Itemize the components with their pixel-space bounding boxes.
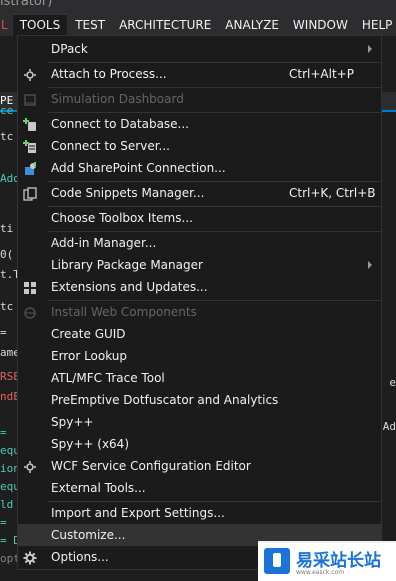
menu-item-label: Add SharePoint Connection... [51,161,226,175]
code-fragment-right: Ad [382,420,396,433]
window-title: istrator) [0,0,53,9]
menu-item-preemptive-dotfuscator[interactable]: PreEmptive Dotfuscator and Analytics [18,389,381,411]
code-fragment: tc [0,300,14,313]
watermark-logo-icon [264,548,290,574]
code-fragment: = [0,326,7,339]
menu-item-attach-to-process[interactable]: Attach to Process... Ctrl+Alt+P [18,63,381,85]
menubar-item-test[interactable]: TEST [68,14,112,36]
gear-icon [23,550,37,565]
menubar-item-architecture[interactable]: ARCHITECTURE [112,14,218,36]
menu-item-simulation-dashboard: Simulation Dashboard [18,88,381,110]
database-connect-icon [23,117,37,131]
web-components-icon [23,305,37,319]
menu-item-install-web-components: Install Web Components [18,301,381,323]
code-fragment: 0( [0,248,14,261]
attach-process-icon [23,67,37,81]
menu-item-dpack[interactable]: DPack [18,38,381,60]
menu-item-label: DPack [51,42,88,56]
menu-item-add-in-manager[interactable]: Add-in Manager... [18,232,381,254]
menu-bar: L TOOLS TEST ARCHITECTURE ANALYZE WINDOW… [0,14,396,36]
menu-item-label: Connect to Database... [51,117,189,131]
menu-item-label: Library Package Manager [51,258,203,272]
extensions-icon [23,280,37,294]
watermark-subtitle: www.easck.com [296,569,345,576]
menu-item-label: Simulation Dashboard [51,92,184,106]
sharepoint-icon [23,161,37,175]
menu-item-connect-server[interactable]: Connect to Server... [18,135,381,157]
menubar-item-partial[interactable]: L [0,14,12,36]
menu-item-label: WCF Service Configuration Editor [51,459,251,473]
menu-item-label: Install Web Components [51,305,197,319]
menu-item-code-snippets-manager[interactable]: Code Snippets Manager... Ctrl+K, Ctrl+B [18,182,381,204]
menu-item-label: Options... [51,550,109,564]
menu-item-import-export-settings[interactable]: Import and Export Settings... [18,502,381,524]
menu-item-error-lookup[interactable]: Error Lookup [18,345,381,367]
menu-item-label: Spy++ (x64) [51,437,129,451]
menu-item-shortcut: Ctrl+Alt+P [289,67,354,81]
tools-menu: DPack Attach to Process... Ctrl+Alt+P Si… [17,35,382,570]
code-fragment: = [0,516,7,529]
menu-item-label: PreEmptive Dotfuscator and Analytics [51,393,279,407]
menu-item-label: Create GUID [51,327,126,341]
submenu-arrow-icon [368,45,372,53]
menu-item-label: Attach to Process... [51,67,167,81]
code-fragment: ld [0,498,14,511]
menu-item-label: Connect to Server... [51,139,170,153]
menu-item-choose-toolbox-items[interactable]: Choose Toolbox Items... [18,207,381,229]
menubar-item-help[interactable]: HELP [355,14,396,36]
menubar-item-window[interactable]: WINDOW [286,14,355,36]
menu-item-library-package-manager[interactable]: Library Package Manager [18,254,381,276]
menu-item-shortcut: Ctrl+K, Ctrl+B [289,186,376,200]
dashboard-icon [23,92,37,106]
server-connect-icon [23,139,37,153]
watermark-title: 易采站长站 [296,551,381,571]
menu-item-label: Error Lookup [51,349,128,363]
menu-item-connect-database[interactable]: Connect to Database... [18,113,381,135]
snippets-icon [23,186,37,201]
menu-item-atl-mfc-trace-tool[interactable]: ATL/MFC Trace Tool [18,367,381,389]
code-fragment: tc [0,130,14,143]
menu-item-label: Add-in Manager... [51,236,157,250]
menu-item-spy-plus-plus-x64[interactable]: Spy++ (x64) [18,433,381,455]
code-fragment-right: e [389,376,396,389]
menu-item-label: ATL/MFC Trace Tool [51,371,165,385]
menu-item-spy-plus-plus[interactable]: Spy++ [18,411,381,433]
menu-item-label: Import and Export Settings... [51,506,225,520]
menu-item-label: Choose Toolbox Items... [51,211,193,225]
menu-item-label: Extensions and Updates... [51,280,208,294]
code-fragment: = [0,426,7,439]
menu-item-wcf-config-editor[interactable]: WCF Service Configuration Editor [18,455,381,477]
menu-item-label: Customize... [51,528,126,542]
menu-item-external-tools[interactable]: External Tools... [18,477,381,499]
menu-item-label: Spy++ [51,415,94,429]
submenu-arrow-icon [368,261,372,269]
window-title-bar: istrator) [0,0,396,14]
wcf-editor-icon [23,459,37,473]
menu-item-add-sharepoint[interactable]: Add SharePoint Connection... [18,157,381,179]
code-fragment: ti [0,222,14,235]
menu-item-create-guid[interactable]: Create GUID [18,323,381,345]
menubar-item-analyze[interactable]: ANALYZE [218,14,286,36]
menubar-item-tools[interactable]: TOOLS [11,14,69,36]
site-watermark: 易采站长站 www.easck.com [258,541,396,581]
menu-item-label: External Tools... [51,481,146,495]
code-fragment: ce [0,104,14,117]
menu-item-label: Code Snippets Manager... [51,186,205,200]
menu-item-extensions-updates[interactable]: Extensions and Updates... [18,276,381,298]
